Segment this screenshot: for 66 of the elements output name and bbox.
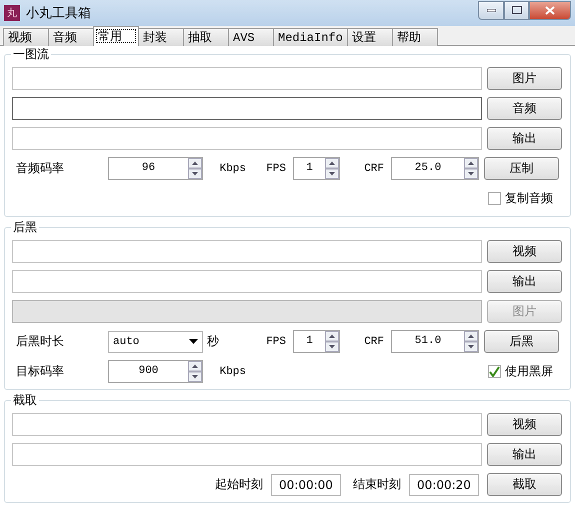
action-button[interactable]: 后黑	[484, 330, 559, 353]
number-spinner[interactable]: 1	[293, 330, 340, 353]
spin-arrows-icon[interactable]	[188, 158, 202, 179]
action-button[interactable]: 截取	[487, 473, 562, 496]
unit-label: FPS	[266, 162, 287, 174]
field-label: 音频码率	[15, 160, 65, 177]
group-title: 后黑	[11, 219, 39, 236]
number-spinner[interactable]: 25.0	[391, 157, 479, 180]
tab[interactable]: MediaInfo	[273, 28, 348, 46]
spin-arrows-icon[interactable]	[464, 331, 478, 352]
spin-arrows-icon[interactable]	[325, 158, 339, 179]
minimize-icon	[486, 8, 496, 12]
unit-label: CRF	[364, 162, 385, 174]
field-label: 后黑时长	[15, 333, 65, 350]
spin-arrows-icon[interactable]	[325, 331, 339, 352]
path-field[interactable]	[12, 443, 482, 466]
time-field[interactable]: 00:00:20	[409, 474, 479, 496]
number-spinner[interactable]: 1	[293, 157, 340, 180]
unit-label: Kbps	[220, 366, 247, 378]
time-field[interactable]: 00:00:00	[271, 474, 341, 496]
minimize-button[interactable]	[478, 0, 504, 20]
path-field[interactable]	[12, 270, 482, 293]
window-title: 小丸工具箱	[26, 5, 92, 22]
number-spinner[interactable]: 96	[108, 157, 203, 180]
path-field[interactable]	[12, 127, 482, 150]
tab[interactable]: 常用	[93, 26, 139, 46]
tab[interactable]: 视频	[3, 28, 49, 46]
close-button[interactable]	[529, 0, 571, 20]
maximize-button[interactable]	[504, 0, 529, 20]
dropdown-arrow-icon	[189, 339, 198, 344]
tab[interactable]: 封装	[138, 28, 184, 46]
check-icon	[489, 366, 500, 377]
checkbox[interactable]: 复制音频	[488, 190, 559, 207]
spin-arrows-icon[interactable]	[188, 361, 202, 382]
field-label: 结束时刻	[352, 476, 401, 493]
browse-button[interactable]: 输出	[487, 270, 562, 293]
number-spinner[interactable]: 900	[108, 360, 203, 383]
field-label: 秒	[206, 333, 220, 350]
browse-button[interactable]: 图片	[487, 67, 562, 90]
unit-label: FPS	[266, 336, 287, 348]
field-label: 起始时刻	[214, 476, 263, 493]
close-icon	[545, 6, 555, 14]
path-field[interactable]	[12, 413, 482, 436]
browse-button[interactable]: 视频	[487, 240, 562, 263]
action-button[interactable]: 压制	[484, 157, 559, 180]
path-field[interactable]	[12, 97, 482, 120]
dropdown[interactable]: auto	[108, 330, 203, 352]
tab[interactable]: 帮助	[392, 28, 438, 46]
browse-button[interactable]: 输出	[487, 127, 562, 150]
spin-arrows-icon[interactable]	[464, 158, 478, 179]
tab[interactable]: 设置	[346, 28, 393, 46]
path-field[interactable]	[12, 240, 482, 263]
field-label: 目标码率	[15, 363, 65, 380]
number-spinner[interactable]: 51.0	[391, 330, 479, 353]
tab[interactable]: 音频	[48, 28, 94, 46]
checkbox[interactable]: 使用黑屏	[488, 363, 559, 380]
browse-button[interactable]: 视频	[487, 413, 562, 436]
tab[interactable]: 抽取	[183, 28, 229, 46]
maximize-icon	[512, 6, 522, 14]
browse-button[interactable]: 音频	[487, 97, 562, 120]
app-icon: 丸	[4, 5, 20, 21]
path-field[interactable]	[12, 67, 482, 90]
tab[interactable]: AVS	[228, 28, 274, 46]
unit-label: Kbps	[220, 162, 247, 174]
unit-label: CRF	[364, 336, 385, 348]
browse-button[interactable]: 输出	[487, 443, 562, 466]
